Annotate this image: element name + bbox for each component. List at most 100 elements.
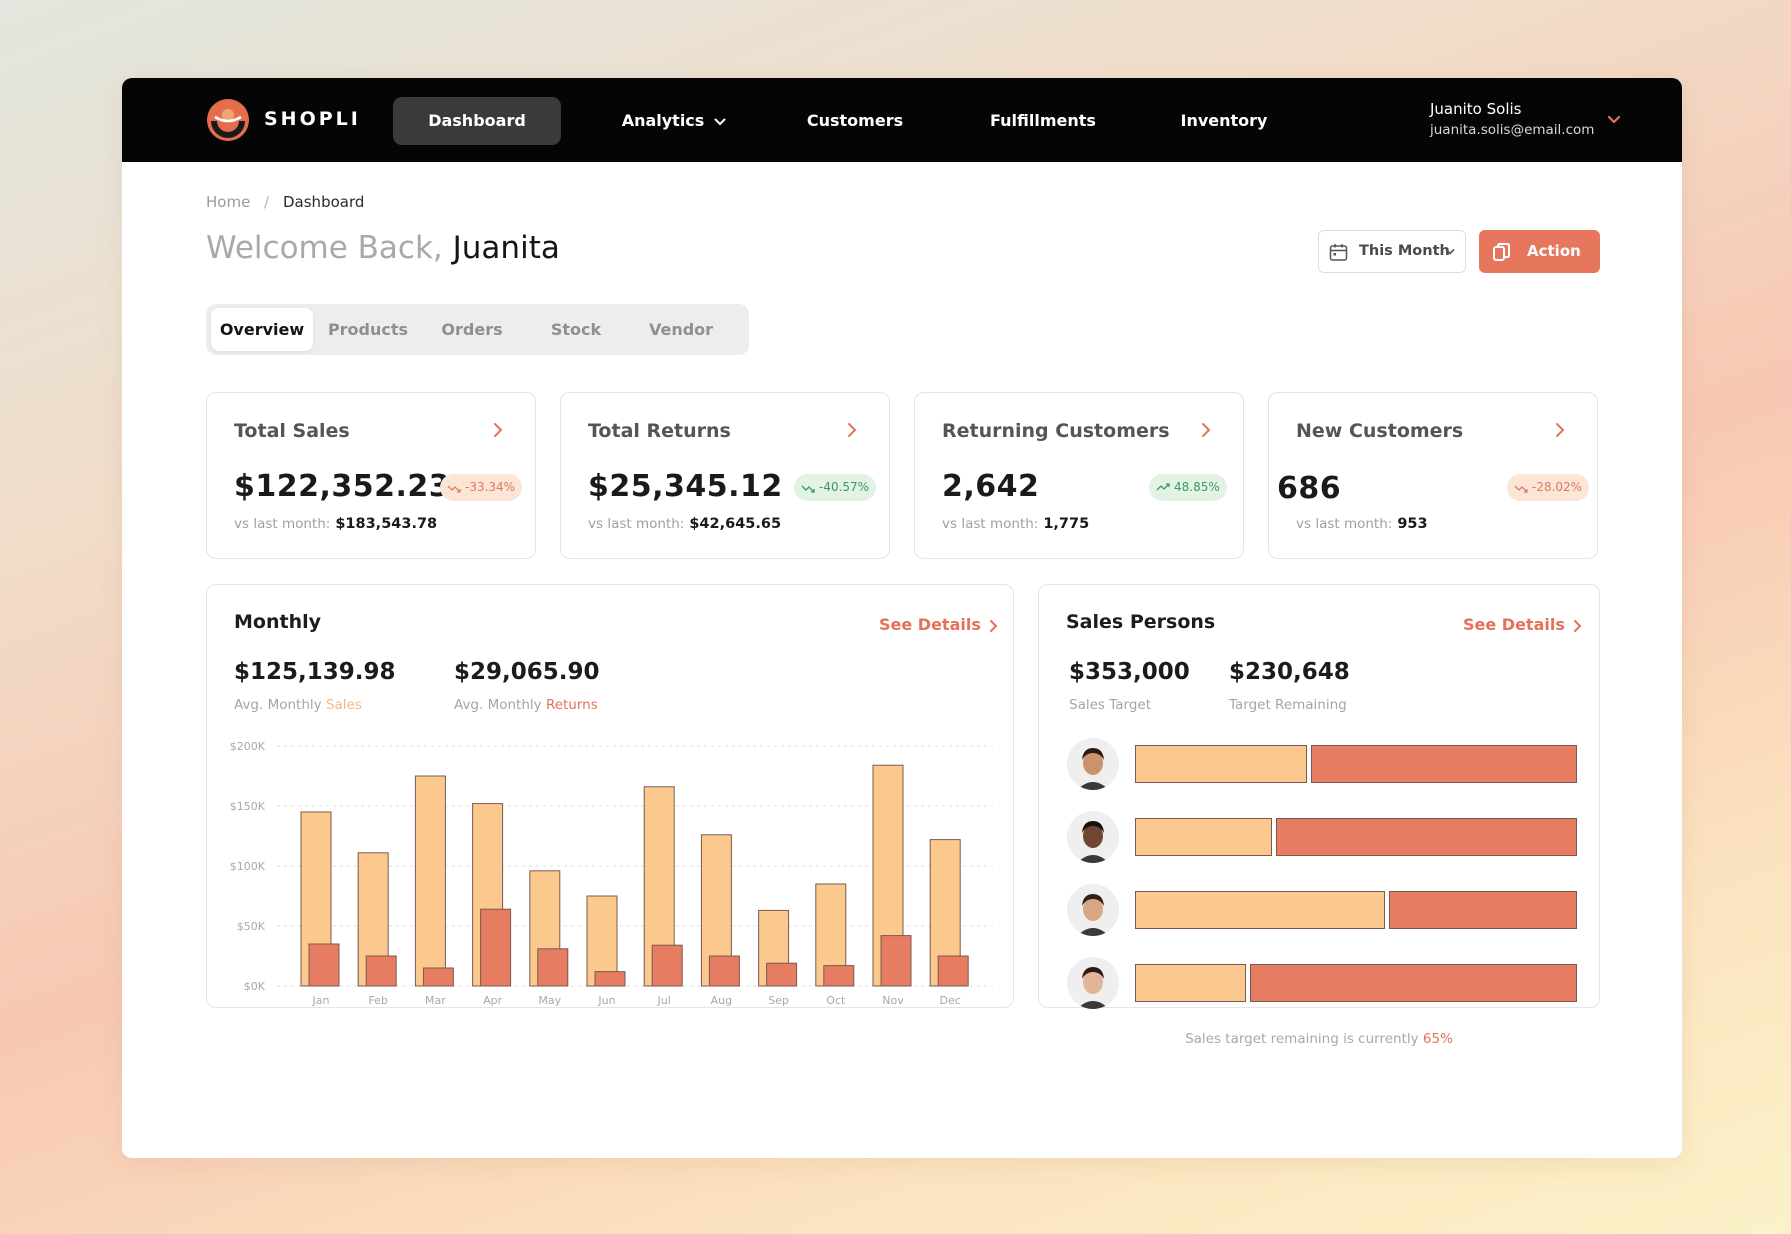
x-tick-label: Jun	[597, 994, 615, 1007]
y-tick-label: $200K	[230, 740, 266, 753]
returns-bar[interactable]	[708, 955, 740, 987]
user-name[interactable]: Juanito Solis	[1430, 100, 1521, 118]
sales-bar[interactable]	[414, 775, 446, 987]
prev-value: 953	[1397, 516, 1428, 532]
prev-value: 1,775	[1043, 516, 1090, 532]
x-tick-label: Sep	[768, 994, 789, 1007]
stat-card-returning-customers[interactable]: Returning Customers 2,642 48.85% vs last…	[914, 392, 1244, 559]
trend-value: -33.34%	[465, 480, 516, 494]
returns-bar[interactable]	[537, 948, 569, 987]
stat-previous: vs last month: $183,543.78	[234, 516, 437, 532]
returns-bar[interactable]	[480, 908, 512, 987]
returns-bar[interactable]	[823, 965, 855, 987]
returns-bar[interactable]	[308, 943, 340, 987]
sales-person-avatar[interactable]	[1067, 738, 1119, 790]
sales-persons-title: Sales Persons	[1066, 611, 1216, 633]
person-avatar-icon	[1067, 884, 1119, 936]
progress-achieved-segment	[1135, 891, 1385, 929]
nav-fulfillments[interactable]: Fulfillments	[968, 97, 1118, 145]
shopli-logo-icon[interactable]	[206, 98, 250, 142]
breadcrumb-home[interactable]: Home	[206, 193, 250, 211]
sales-target-value: $353,000	[1069, 659, 1190, 685]
progress-remaining-segment	[1311, 745, 1577, 783]
sales-person-avatar[interactable]	[1067, 811, 1119, 863]
prev-value: $183,543.78	[335, 516, 438, 532]
person-avatar-icon	[1067, 738, 1119, 790]
stat-card-total-sales[interactable]: Total Sales $122,352.23 -33.34% vs last …	[206, 392, 536, 559]
nav-dashboard[interactable]: Dashboard	[393, 97, 561, 145]
see-details-label: See Details	[1463, 615, 1565, 634]
nav-analytics[interactable]: Analytics	[614, 97, 734, 145]
sales-person-avatar[interactable]	[1067, 884, 1119, 936]
trend-down-icon	[801, 485, 815, 493]
tab-orders[interactable]: Orders	[424, 308, 520, 351]
returns-bar[interactable]	[594, 971, 626, 987]
sales-persons-panel: Sales Persons See Details $353,000 Sales…	[1038, 584, 1600, 1047]
user-menu-chevron-icon[interactable]	[1604, 110, 1624, 130]
returns-bar[interactable]	[880, 935, 912, 987]
breadcrumb-current: Dashboard	[283, 193, 365, 211]
chevron-right-icon[interactable]	[1200, 422, 1212, 438]
stat-card-total-returns[interactable]: Total Returns $25,345.12 -40.57% vs last…	[560, 392, 890, 559]
nav-analytics-label: Analytics	[621, 111, 705, 130]
stat-previous: vs last month: 1,775	[942, 516, 1089, 532]
prev-label: vs last month:	[1296, 516, 1393, 532]
progress-achieved-segment	[1135, 964, 1246, 1002]
page-title: Welcome Back, Juanita	[206, 230, 560, 266]
prev-label: vs last month:	[234, 516, 331, 532]
returns-bar[interactable]	[422, 967, 454, 987]
sales-progress-bar[interactable]	[1135, 891, 1577, 929]
nav-customers[interactable]: Customers	[790, 97, 920, 145]
sales-person-avatar[interactable]	[1067, 957, 1119, 1009]
returns-bar[interactable]	[651, 944, 683, 987]
trend-badge: -28.02%	[1507, 474, 1590, 501]
nav-customers-label: Customers	[806, 111, 904, 130]
x-tick-label: May	[538, 994, 561, 1007]
app-window: SHOPLI Dashboard Analytics Customers Ful…	[122, 78, 1682, 1158]
returns-bar[interactable]	[766, 962, 798, 987]
chevron-right-icon[interactable]	[492, 422, 504, 438]
chevron-down-icon	[1445, 248, 1455, 255]
y-tick-label: $150K	[230, 800, 266, 813]
chevron-right-icon[interactable]	[1554, 422, 1566, 438]
y-tick-label: $50K	[237, 920, 266, 933]
tab-vendor[interactable]: Vendor	[631, 308, 731, 351]
stat-title: Returning Customers	[942, 420, 1170, 442]
returns-bar[interactable]	[937, 955, 969, 987]
x-tick-label: Feb	[368, 994, 387, 1007]
trend-value: -28.02%	[1532, 480, 1583, 494]
nav-inventory[interactable]: Inventory	[1162, 97, 1286, 145]
progress-achieved-segment	[1135, 818, 1272, 856]
stat-value: 686	[1277, 471, 1342, 506]
sales-progress-bar[interactable]	[1135, 964, 1577, 1002]
prev-label: vs last month:	[588, 516, 685, 532]
person-avatar-icon	[1067, 957, 1119, 1009]
chevron-down-icon	[714, 118, 726, 125]
x-tick-label: Apr	[483, 994, 503, 1007]
user-email[interactable]: juanita.solis@email.com	[1430, 122, 1594, 138]
progress-remaining-segment	[1250, 964, 1577, 1002]
tab-products[interactable]: Products	[318, 308, 418, 351]
x-tick-label: Jan	[312, 994, 330, 1007]
action-button[interactable]: Action	[1479, 230, 1600, 273]
x-tick-label: Nov	[882, 994, 904, 1007]
person-avatar-icon	[1067, 811, 1119, 863]
prev-value: $42,645.65	[689, 516, 782, 532]
stat-card-new-customers[interactable]: New Customers 686 -28.02% vs last month:…	[1268, 392, 1598, 559]
tab-bar: Overview Products Orders Stock Vendor	[206, 304, 749, 355]
chevron-right-icon[interactable]	[846, 422, 858, 438]
brand-name: SHOPLI	[264, 108, 361, 130]
returns-bar[interactable]	[365, 955, 397, 987]
tab-stock[interactable]: Stock	[528, 308, 624, 351]
breadcrumb-separator: /	[264, 193, 270, 211]
nav-inventory-label: Inventory	[1180, 111, 1268, 130]
stat-value: $25,345.12	[588, 469, 783, 504]
prev-label: vs last month:	[942, 516, 1039, 532]
sales-persons-see-details-link[interactable]: See Details	[1463, 615, 1583, 634]
sales-progress-bar[interactable]	[1135, 745, 1577, 783]
sales-progress-bar[interactable]	[1135, 818, 1577, 856]
welcome-prefix: Welcome Back,	[206, 230, 443, 266]
date-filter-dropdown[interactable]: This Month	[1318, 230, 1466, 273]
tab-overview[interactable]: Overview	[211, 308, 313, 351]
footer-percentage: 65%	[1422, 1031, 1453, 1047]
